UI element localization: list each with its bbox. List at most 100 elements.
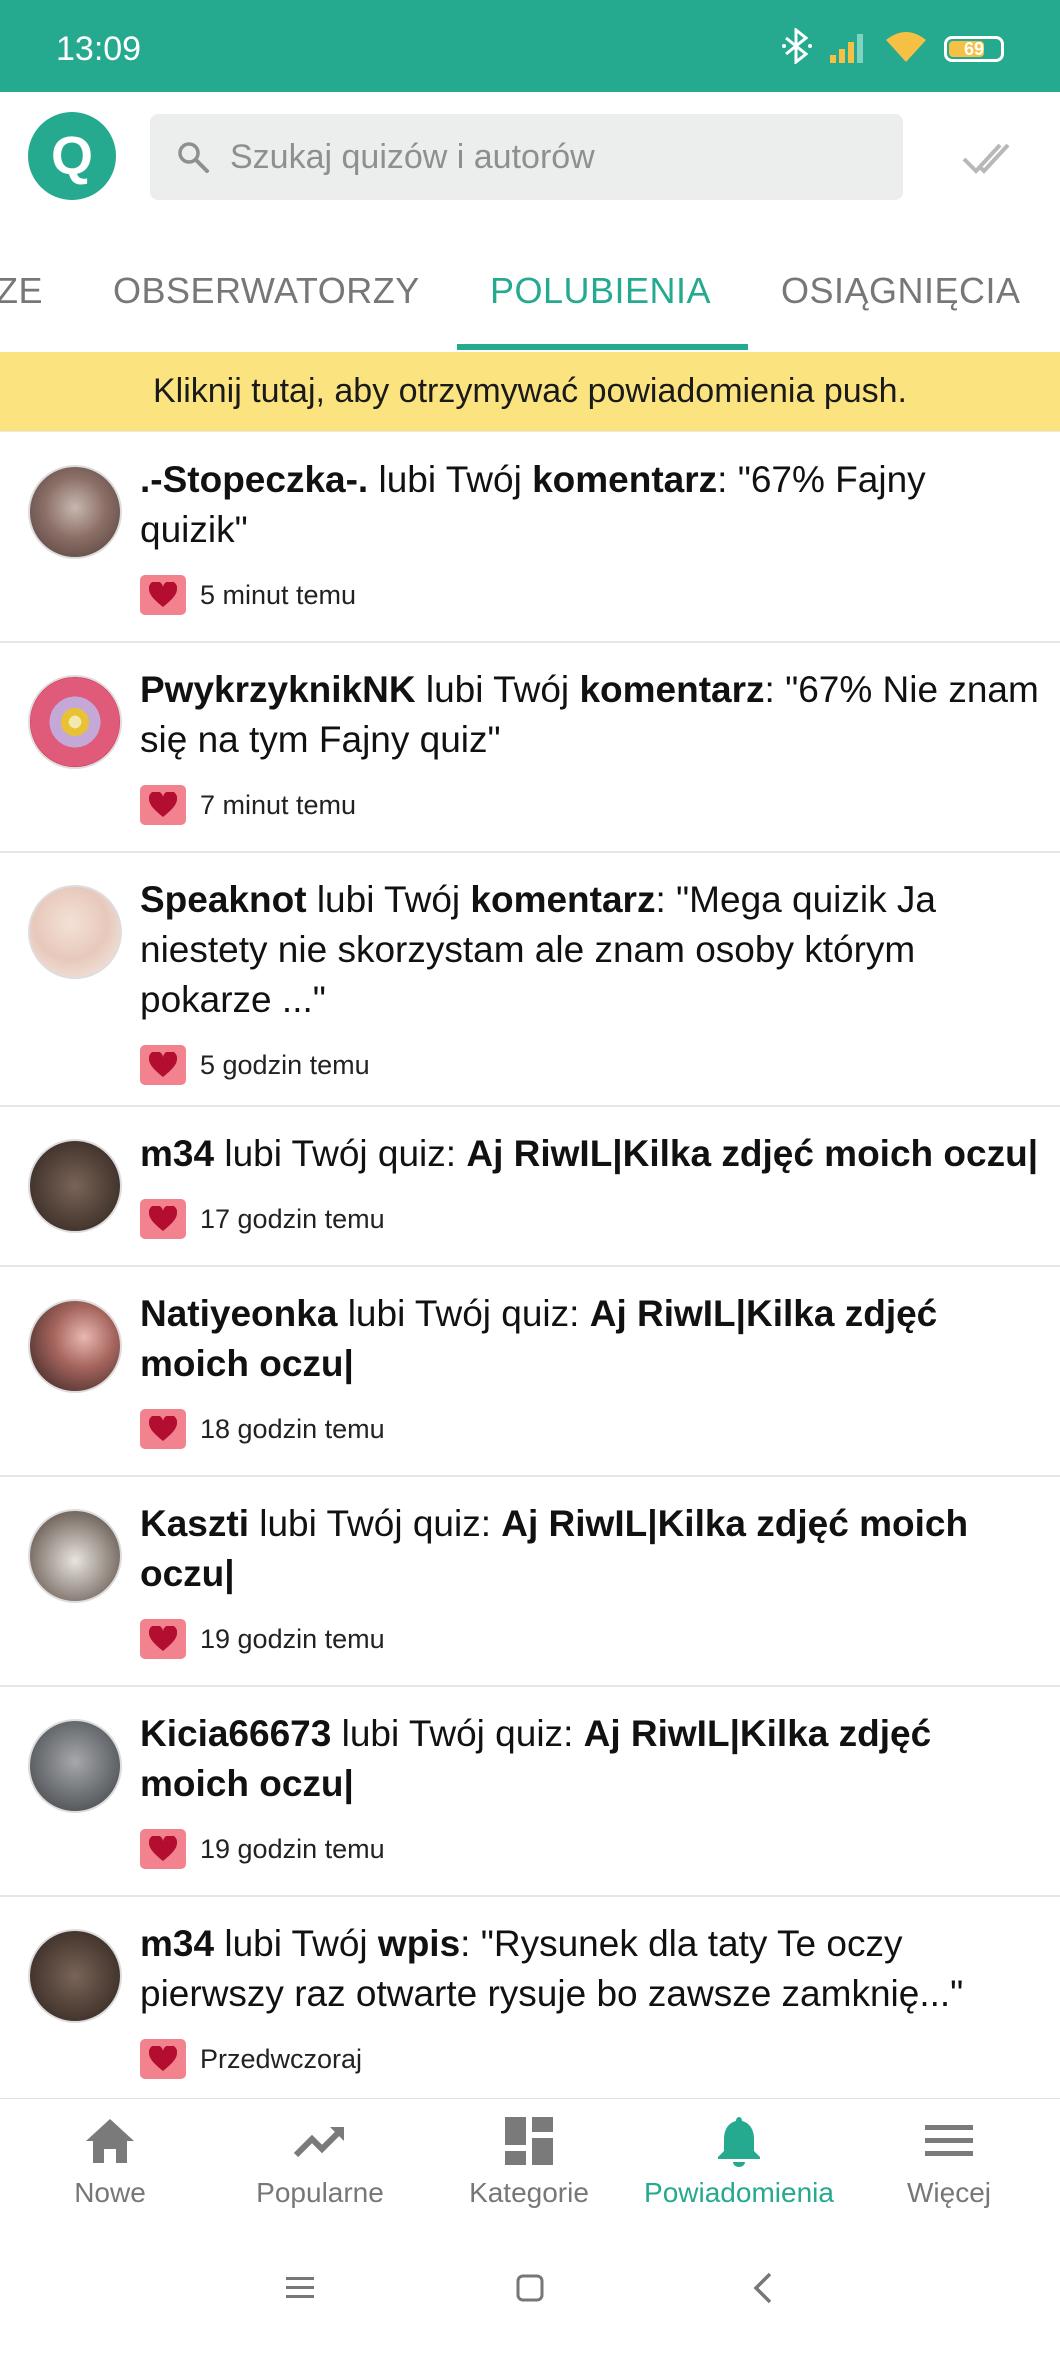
heart-icon [140,1619,186,1659]
heart-icon [140,1409,186,1449]
item-meta: 19 godzin temu [140,1829,1040,1869]
user-name[interactable]: m34 [140,1923,214,1964]
list-item[interactable]: Kicia66673 lubi Twój quiz: Aj RiwIL|Kilk… [0,1687,1060,1897]
item-meta: 5 minut temu [140,575,1040,615]
timestamp: 19 godzin temu [200,1833,385,1864]
timestamp: 17 godzin temu [200,1203,385,1234]
notification-text: Natiyeonka lubi Twój quiz: Aj RiwIL|Kilk… [140,1289,1040,1389]
nav-item-wiecej[interactable]: Więcej [843,2113,1055,2209]
verb-text: lubi Twój quiz [214,1133,446,1174]
tab-obserwatorzy[interactable]: OBSERWATORZY [113,270,420,312]
avatar[interactable] [28,1509,122,1603]
heart-icon [140,1045,186,1085]
user-name[interactable]: PwykrzyknikNK [140,669,416,710]
timestamp: 18 godzin temu [200,1413,385,1444]
list-item[interactable]: Speaknot lubi Twój komentarz: "Mega quiz… [0,853,1060,1107]
menu-icon [925,2125,973,2156]
bell-icon [718,2117,760,2167]
back-icon[interactable] [744,2268,784,2308]
notification-list: .-Stopeczka-. lubi Twój komentarz: "67% … [0,433,1060,2098]
list-item[interactable]: PwykrzyknikNK lubi Twój komentarz: "67% … [0,643,1060,853]
heart-icon [140,785,186,825]
recent-apps-icon[interactable] [280,2268,320,2308]
nav-label: Nowe [74,2177,146,2208]
user-name[interactable]: Kaszti [140,1503,249,1544]
user-name[interactable]: Speaknot [140,879,307,920]
avatar[interactable] [28,1299,122,1393]
home-icon [86,2119,134,2163]
avatar[interactable] [28,885,122,979]
item-meta: 5 godzin temu [140,1045,1040,1085]
nav-label: Kategorie [469,2177,589,2208]
avatar[interactable] [28,1139,122,1233]
notification-text: Speaknot lubi Twój komentarz: "Mega quiz… [140,875,1040,1025]
list-item[interactable]: m34 lubi Twój wpis: "Rysunek dla taty Te… [0,1897,1060,2098]
search-input[interactable] [230,114,870,200]
separator: : [563,1713,584,1754]
bluetooth-icon [782,26,812,70]
timestamp: 7 minut temu [200,789,357,820]
list-item[interactable]: .-Stopeczka-. lubi Twój komentarz: "67% … [0,433,1060,643]
mark-all-read-icon[interactable] [962,137,1012,177]
avatar[interactable] [28,675,122,769]
nav-item-kategorie[interactable]: Kategorie [423,2113,635,2209]
separator: : [655,879,677,920]
item-meta: 18 godzin temu [140,1409,1040,1449]
user-name[interactable]: .-Stopeczka-. [140,459,368,500]
trending-icon [293,2127,344,2158]
verb-text: lubi Twój quiz [248,1503,481,1544]
list-item[interactable]: Kaszti lubi Twój quiz: Aj RiwIL|Kilka zd… [0,1477,1060,1687]
grid-icon [505,2117,553,2165]
heart-icon [140,1829,186,1869]
avatar[interactable] [28,1929,122,2023]
banner-text: Kliknij tutaj, aby otrzymywać powiadomie… [152,372,907,410]
tab-polubienia[interactable]: POLUBIENIA [490,270,711,312]
nav-item-nowe[interactable]: Nowe [4,2113,216,2209]
separator: : [569,1293,590,1334]
app-logo[interactable]: Q [28,112,116,200]
nav-item-popularne[interactable]: Popularne [214,2113,426,2209]
bottom-navigation: Nowe Popularne Kategorie Powiadomienia W… [0,2098,1060,2228]
timestamp: 5 godzin temu [200,1049,370,1080]
list-item[interactable]: Natiyeonka lubi Twój quiz: Aj RiwIL|Kilk… [0,1267,1060,1477]
nav-label: Popularne [256,2177,384,2208]
item-meta: Przedwczoraj [140,2039,1040,2079]
search-icon [178,142,209,173]
avatar[interactable] [28,1719,122,1813]
search-bar[interactable] [150,114,903,200]
notification-text: Kaszti lubi Twój quiz: Aj RiwIL|Kilka zd… [140,1499,1040,1599]
object-type: wpis [377,1923,461,1964]
object-type: komentarz [532,459,718,500]
notification-text: .-Stopeczka-. lubi Twój komentarz: "67% … [140,455,1040,555]
verb-text: lubi Twój [214,1923,378,1964]
app-header: Q [0,92,1060,222]
push-notification-banner[interactable]: Kliknij tutaj, aby otrzymywać powiadomie… [0,352,1060,432]
object-type: komentarz [470,879,656,920]
tab-partial[interactable]: ZE [0,270,43,312]
separator: : [445,1133,467,1174]
tab-osiagniecia[interactable]: OSIĄGNIĘCIA [781,270,1021,312]
avatar[interactable] [28,465,122,559]
notification-text: Kicia66673 lubi Twój quiz: Aj RiwIL|Kilk… [140,1709,1040,1809]
item-meta: 19 godzin temu [140,1619,1040,1659]
notification-text: m34 lubi Twój quiz: Aj RiwIL|Kilka zdjęć… [140,1129,1040,1179]
heart-icon [140,2039,186,2079]
verb-text: lubi Twój [415,669,580,710]
content-text: Aj RiwIL|Kilka zdjęć moich oczu| [466,1133,1039,1174]
user-name[interactable]: m34 [140,1133,214,1174]
verb-text: lubi Twój quiz [337,1293,570,1334]
nav-item-powiadomienia[interactable]: Powiadomienia [633,2113,845,2209]
nav-label: Więcej [906,2177,991,2208]
user-name[interactable]: Kicia66673 [140,1713,331,1754]
home-button-icon[interactable] [510,2268,550,2308]
verb-text: lubi Twój [368,459,533,500]
verb-text: lubi Twój quiz [331,1713,564,1754]
user-name[interactable]: Natiyeonka [140,1293,337,1334]
signal-icon [828,31,868,68]
logo-letter: Q [50,126,93,186]
notification-text: PwykrzyknikNK lubi Twój komentarz: "67% … [140,665,1040,765]
separator: : [717,459,738,500]
list-item[interactable]: m34 lubi Twój quiz: Aj RiwIL|Kilka zdjęć… [0,1107,1060,1267]
heart-icon [140,1199,186,1239]
active-tab-indicator [457,344,748,350]
